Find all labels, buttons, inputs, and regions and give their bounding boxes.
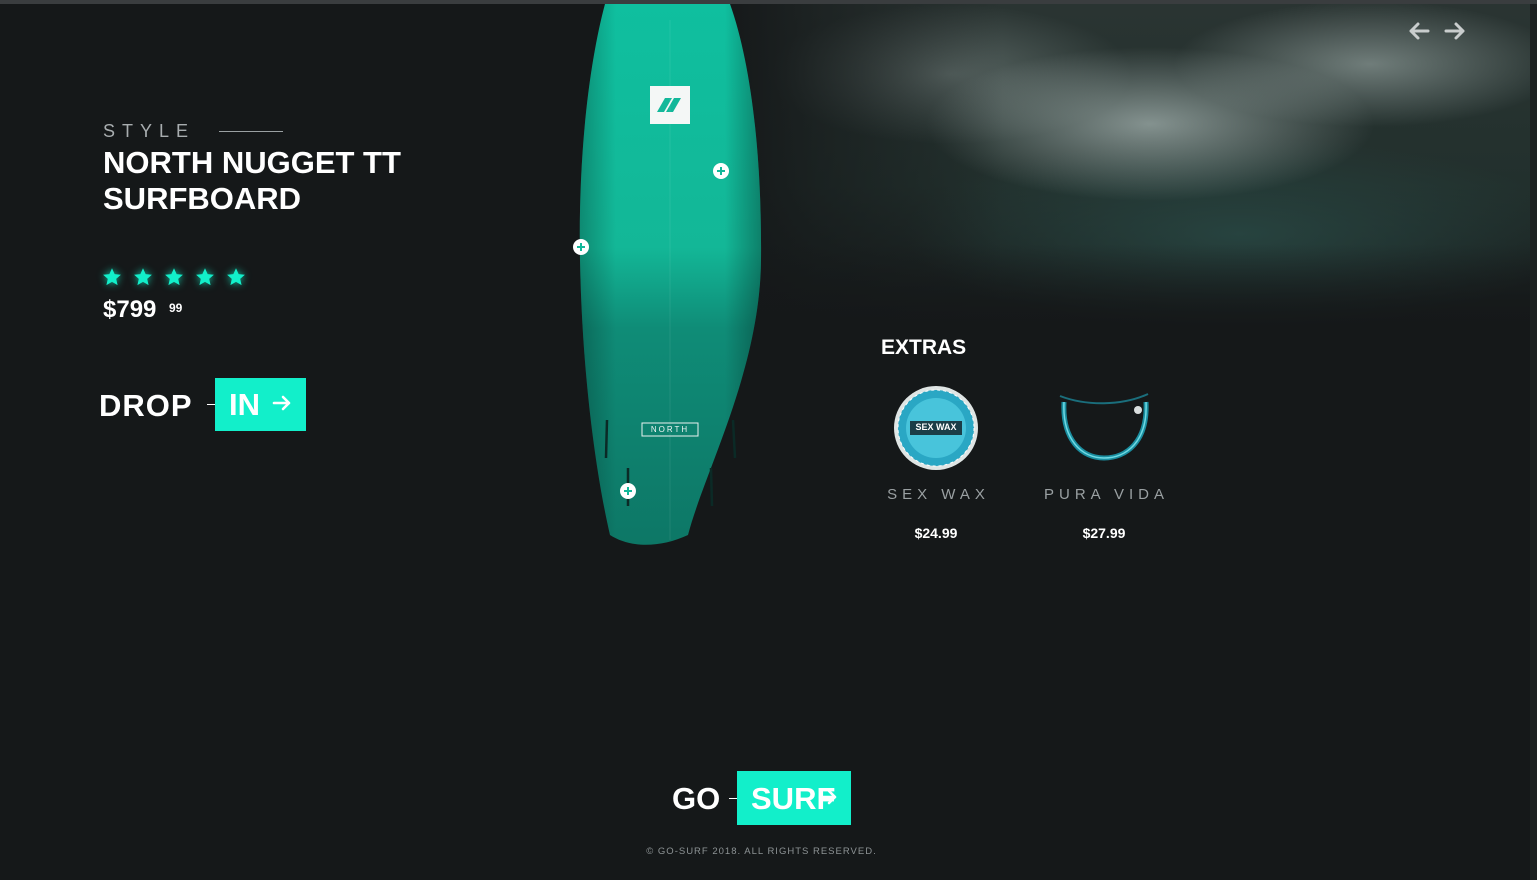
drop-in-button-label: IN	[229, 387, 260, 422]
go-surf-word: GO	[672, 781, 721, 816]
extra-price: $24.99	[914, 525, 958, 541]
arrow-right-icon	[272, 395, 291, 411]
plus-hotspot-icon[interactable]	[620, 483, 636, 499]
drop-in-button[interactable]: IN	[215, 378, 306, 431]
extra-name: SEX WAX	[887, 486, 990, 503]
product-title: NORTH NUGGET TT SURFBOARD	[103, 145, 401, 216]
plus-hotspot-icon[interactable]	[573, 239, 589, 255]
scrollbar[interactable]	[1530, 4, 1537, 880]
star-icon	[134, 268, 152, 286]
arrow-right-icon	[818, 789, 837, 805]
sex-wax-label-text: SEX WAX	[915, 422, 957, 432]
extra-item-pura-vida[interactable]: PURA VIDA $27.99	[1019, 380, 1189, 541]
extra-name: PURA VIDA	[1043, 486, 1170, 503]
price-cents: 99	[169, 301, 183, 315]
star-icon	[227, 268, 245, 286]
pura-vida-bracelet-image	[1059, 393, 1149, 461]
divider-line	[219, 131, 283, 132]
price: $799	[103, 296, 157, 323]
drop-in-word: DROP	[99, 388, 193, 423]
arrow-left-icon[interactable]	[1406, 18, 1432, 44]
plus-hotspot-icon[interactable]	[713, 163, 729, 179]
extra-price: $27.99	[1082, 525, 1126, 541]
board-logo-text: NORTH	[650, 425, 690, 434]
extra-item-sex-wax[interactable]: SEX WAX SEX WAX $24.99	[851, 380, 1021, 541]
go-surf-button[interactable]: SURF	[737, 771, 851, 825]
rating-stars	[101, 266, 247, 288]
extras-title: EXTRAS	[881, 336, 967, 359]
copyright-text: © GO-SURF 2018. ALL RIGHTS RESERVED.	[646, 846, 877, 857]
star-icon	[196, 268, 214, 286]
arrow-right-icon[interactable]	[1442, 18, 1468, 44]
surfboard-image	[579, 4, 762, 545]
star-icon	[103, 268, 121, 286]
hero-wave-background	[720, 4, 1530, 334]
style-label: STYLE	[103, 121, 196, 141]
star-icon	[165, 268, 183, 286]
